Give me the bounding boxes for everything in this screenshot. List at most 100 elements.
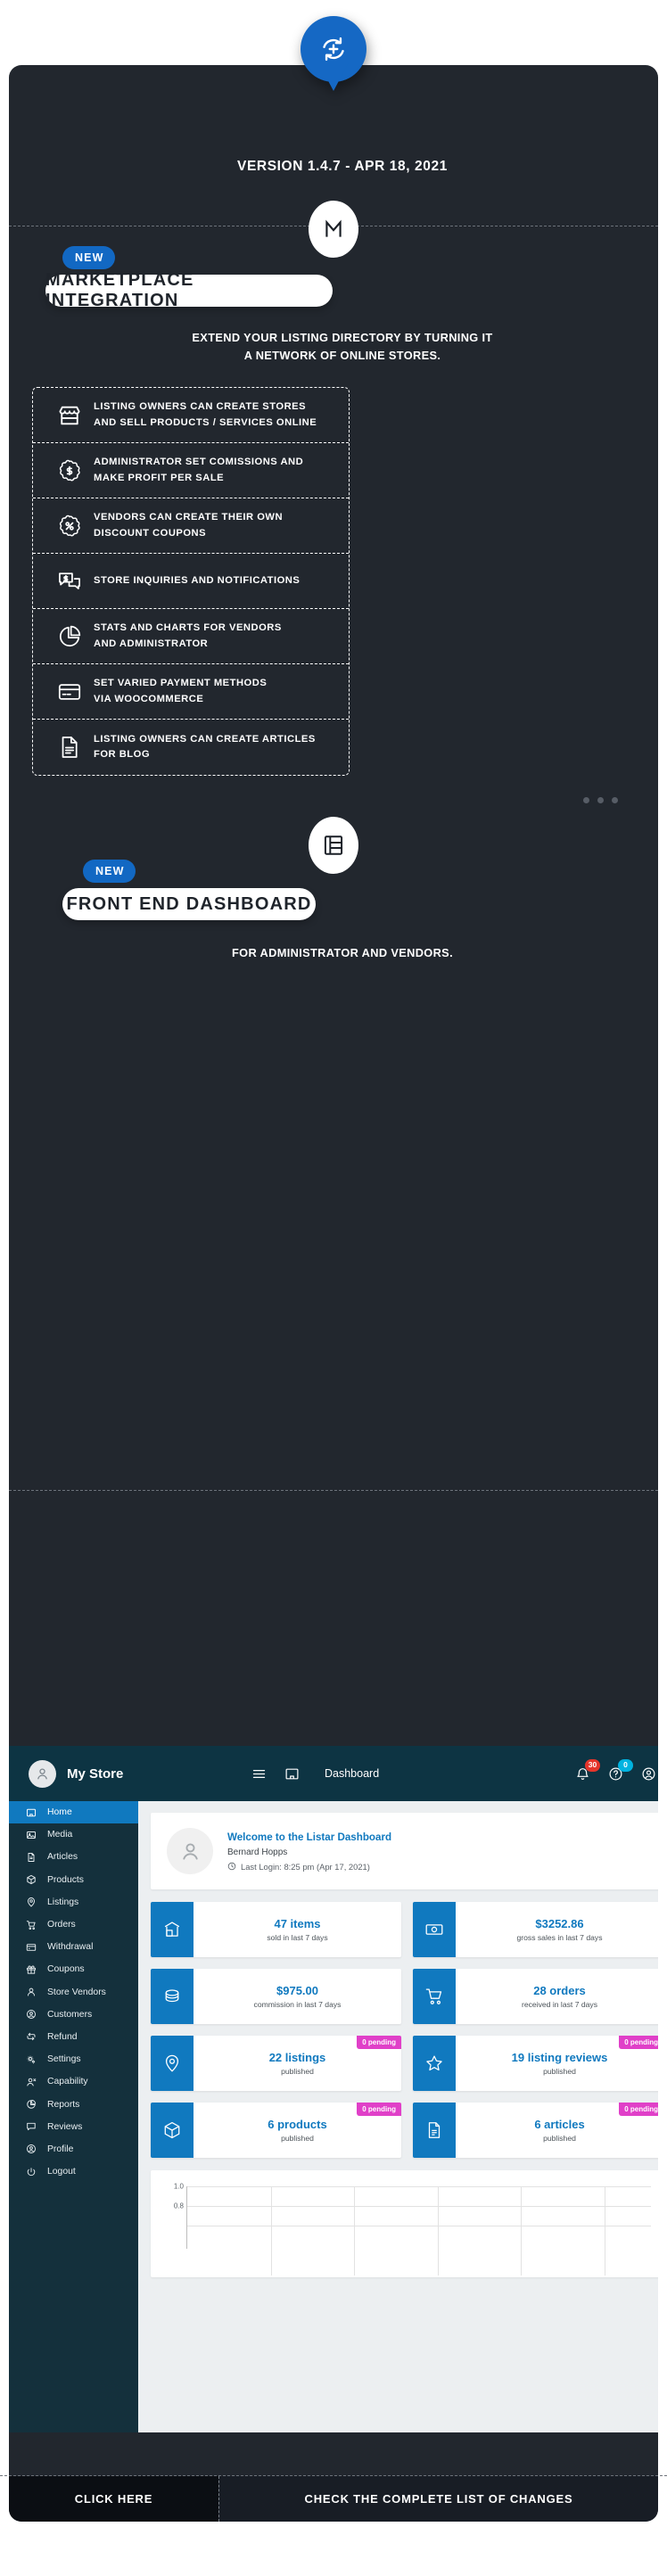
notification-count-badge: 30 xyxy=(585,1758,600,1772)
feature-line-2: VIA WOOCOMMERCE xyxy=(94,693,204,704)
release-card: VERSION 1.4.7 - APR 18, 2021 NEW MARKETP… xyxy=(9,65,658,2522)
star-icon xyxy=(413,2036,456,2091)
section-title-dashboard: FRONT END DASHBOARD xyxy=(62,888,316,920)
sidebar-item-settings[interactable]: Settings xyxy=(9,2048,138,2070)
stat-value: 6 products xyxy=(268,2118,327,2131)
stat-card-commission[interactable]: $975.00 commission in last 7 days xyxy=(151,1969,401,2024)
storefront-icon xyxy=(45,403,94,428)
person-x-icon xyxy=(25,2077,37,2087)
feature-line-1: STORE INQUIRIES AND NOTIFICATIONS xyxy=(94,574,301,586)
sidebar-item-home[interactable]: Home xyxy=(9,1801,138,1824)
welcome-card: Welcome to the Listar Dashboard Bernard … xyxy=(151,1813,658,1889)
stat-value: 22 listings xyxy=(268,2051,326,2064)
account-circle-icon[interactable] xyxy=(641,1766,656,1782)
sidebar-item-capability[interactable]: Capability xyxy=(9,2070,138,2093)
stat-card-orders[interactable]: 28 orders received in last 7 days xyxy=(413,1969,658,2024)
stat-card-articles[interactable]: 6 articles published 0 pending xyxy=(413,2103,658,2158)
chart-gridline xyxy=(270,2186,272,2276)
stat-value: 47 items xyxy=(274,1917,321,1930)
stat-card-listing-reviews[interactable]: 19 listing reviews published 0 pending xyxy=(413,2036,658,2091)
last-login-row: Last Login: 8:25 pm (Apr 17, 2021) xyxy=(227,1862,391,1872)
user-avatar-icon xyxy=(167,1828,213,1874)
feature-line-1: ADMINISTRATOR SET COMISSIONS AND xyxy=(94,457,304,468)
sidebar-item-label: Articles xyxy=(47,1852,78,1863)
click-here-button[interactable]: CLICK HERE xyxy=(9,2476,218,2522)
feature-line-2: MAKE PROFIT PER SALE xyxy=(94,472,225,483)
sidebar-item-logout[interactable]: Logout xyxy=(9,2160,138,2183)
box-icon xyxy=(25,1874,37,1885)
stat-text: 47 items sold in last 7 days xyxy=(194,1902,401,1957)
chart-gridline xyxy=(187,2206,651,2207)
sidebar-item-customers[interactable]: Customers xyxy=(9,2004,138,2026)
coins-icon xyxy=(151,1969,194,2024)
sidebar-item-coupons[interactable]: Coupons xyxy=(9,1958,138,1980)
stat-subtitle: sold in last 7 days xyxy=(267,1933,328,1942)
carousel-dot[interactable] xyxy=(612,797,618,803)
stat-value: 19 listing reviews xyxy=(511,2051,608,2064)
sidebar-item-withdrawal[interactable]: Withdrawal xyxy=(9,1936,138,1958)
sidebar-item-label: Reports xyxy=(47,2099,80,2110)
stat-subtitle: published xyxy=(281,2067,314,2076)
carousel-dots[interactable] xyxy=(583,797,618,803)
storefront-icon xyxy=(151,1902,194,1957)
stat-subtitle: received in last 7 days xyxy=(521,2000,598,2009)
sidebar-item-media[interactable]: Media xyxy=(9,1823,138,1846)
sidebar-item-store-vendors[interactable]: Store Vendors xyxy=(9,1981,138,2004)
status-badge: 0 pending xyxy=(619,2036,658,2049)
breadcrumb[interactable]: Dashboard xyxy=(325,1767,379,1780)
stat-card-products[interactable]: 6 products published 0 pending xyxy=(151,2103,401,2158)
feature-text: LISTING OWNERS CAN CREATE STORES AND SEL… xyxy=(94,399,317,430)
sidebar-item-label: Listings xyxy=(47,1897,79,1907)
home-window-icon[interactable] xyxy=(284,1766,300,1782)
stat-card-gross-sales[interactable]: $3252.86 gross sales in last 7 days xyxy=(413,1902,658,1957)
sidebar-item-reports[interactable]: Reports xyxy=(9,2093,138,2115)
sidebar-item-profile[interactable]: Profile xyxy=(9,2138,138,2160)
feature-line-1: SET VARIED PAYMENT METHODS xyxy=(94,678,268,689)
version-label: VERSION 1.4.7 - APR 18, 2021 xyxy=(237,159,448,174)
notifications-button[interactable]: 30 xyxy=(575,1758,600,1782)
pie-chart-icon xyxy=(25,2099,37,2110)
feature-line-1: STATS AND CHARTS FOR VENDORS xyxy=(94,622,282,634)
sidebar-item-label: Logout xyxy=(47,2167,76,2177)
sidebar-item-label: Profile xyxy=(47,2144,74,2154)
clock-icon xyxy=(227,1862,236,1871)
sidebar-item-products[interactable]: Products xyxy=(9,1869,138,1891)
sidebar-item-label: Capability xyxy=(47,2077,88,2087)
last-login-label: Last Login: 8:25 pm (Apr 17, 2021) xyxy=(241,1861,370,1872)
chat-dollar-icon xyxy=(45,569,94,594)
feature-item: SET VARIED PAYMENT METHODS VIA WOOCOMMER… xyxy=(33,664,349,720)
feature-text: ADMINISTRATOR SET COMISSIONS AND MAKE PR… xyxy=(94,455,303,485)
status-badge: 0 pending xyxy=(619,2103,658,2116)
stat-subtitle: published xyxy=(281,2134,314,2143)
credit-card-icon xyxy=(25,1942,37,1953)
dashboard-main: Welcome to the Listar Dashboard Bernard … xyxy=(138,1801,658,2432)
chart-y-tick: 0.8 xyxy=(173,2202,184,2210)
desc-line-2: A NETWORK OF ONLINE STORES. xyxy=(243,348,441,362)
sidebar-item-articles[interactable]: Articles xyxy=(9,1846,138,1868)
chart-plot-area: 1.0 0.8 xyxy=(174,2183,651,2276)
sidebar-item-listings[interactable]: Listings xyxy=(9,1891,138,1913)
dashboard-header-nav: Dashboard xyxy=(251,1766,379,1782)
user-avatar-icon xyxy=(29,1759,56,1788)
stat-value: $975.00 xyxy=(276,1984,318,1997)
feature-text: SET VARIED PAYMENT METHODS VIA WOOCOMMER… xyxy=(94,676,267,706)
complete-changes-button[interactable]: CHECK THE COMPLETE LIST OF CHANGES xyxy=(218,2476,658,2522)
sidebar-item-label: Coupons xyxy=(47,1964,85,1975)
sidebar-item-label: Home xyxy=(47,1807,72,1818)
stat-card-listings[interactable]: 22 listings published 0 pending xyxy=(151,2036,401,2091)
help-button[interactable]: 0 xyxy=(608,1758,633,1782)
sidebar-item-refund[interactable]: Refund xyxy=(9,2026,138,2048)
stat-value: 28 orders xyxy=(533,1984,586,1997)
hamburger-icon[interactable] xyxy=(251,1766,267,1782)
feature-line-2: DISCOUNT COUPONS xyxy=(94,527,207,539)
carousel-dot[interactable] xyxy=(597,797,604,803)
stat-text: $975.00 commission in last 7 days xyxy=(194,1969,401,2024)
carousel-dot[interactable] xyxy=(583,797,589,803)
sidebar-item-orders[interactable]: Orders xyxy=(9,1913,138,1936)
welcome-title: Welcome to the Listar Dashboard xyxy=(227,1831,392,1843)
sidebar-item-label: Settings xyxy=(47,2054,81,2065)
sidebar-item-reviews[interactable]: Reviews xyxy=(9,2116,138,2138)
feature-item: STORE INQUIRIES AND NOTIFICATIONS xyxy=(33,554,349,609)
stat-card-items-sold[interactable]: 47 items sold in last 7 days xyxy=(151,1902,401,1957)
dashboard-brand[interactable]: My Store xyxy=(9,1759,251,1788)
